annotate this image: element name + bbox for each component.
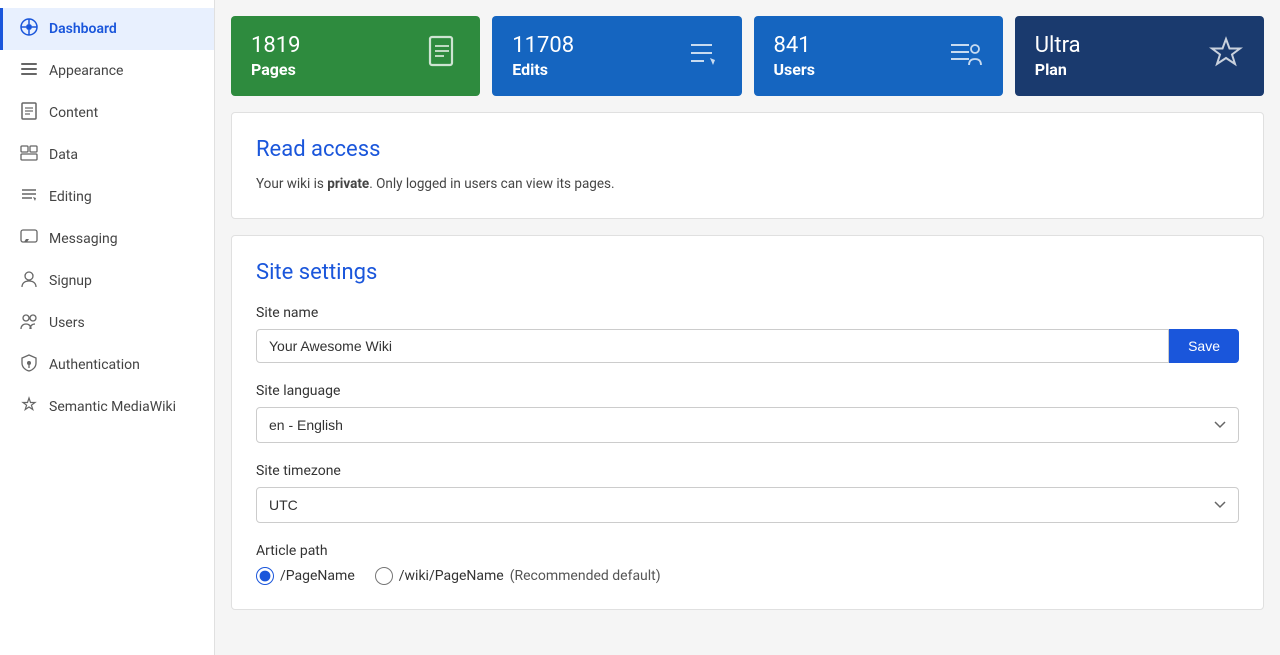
stat-number-plan: Ultra	[1035, 33, 1081, 59]
sidebar-item-dashboard[interactable]: Dashboard	[0, 8, 214, 50]
stat-label-edits: Edits	[512, 60, 574, 79]
stat-label-users: Users	[774, 60, 815, 79]
plan-icon	[1208, 35, 1244, 78]
sidebar-item-label-messaging: Messaging	[49, 231, 118, 247]
sidebar-item-messaging[interactable]: Messaging	[0, 218, 214, 260]
semantic-mediawiki-icon	[19, 396, 39, 418]
article-path-option-pagename[interactable]: /PageName	[256, 567, 355, 585]
stat-number-pages: 1819	[251, 33, 300, 59]
stat-card-plan: Ultra Plan	[1015, 16, 1264, 96]
site-settings-card: Site settings Site name Save Site langua…	[231, 235, 1264, 610]
sidebar-item-signup[interactable]: Signup	[0, 260, 214, 302]
article-path-option-wiki-pagename[interactable]: /wiki/PageName (Recommended default)	[375, 567, 661, 585]
site-name-input[interactable]	[256, 329, 1169, 363]
stat-label-pages: Pages	[251, 60, 300, 79]
editing-icon	[19, 186, 39, 208]
site-timezone-select[interactable]: UTC	[256, 487, 1239, 523]
article-path-label-pagename: /PageName	[280, 568, 355, 584]
read-access-desc-prefix: Your wiki is	[256, 176, 327, 192]
sidebar-item-appearance[interactable]: Appearance	[0, 50, 214, 92]
pages-icon	[424, 35, 460, 78]
appearance-icon	[19, 60, 39, 82]
stats-row: 1819 Pages 11708 Edits	[231, 16, 1264, 96]
site-timezone-label: Site timezone	[256, 463, 1239, 479]
stat-number-edits: 11708	[512, 33, 574, 59]
stat-card-edits: 11708 Edits	[492, 16, 741, 96]
dashboard-icon	[19, 18, 39, 40]
article-path-label: Article path	[256, 543, 1239, 559]
sidebar-item-label-editing: Editing	[49, 189, 92, 205]
sidebar-item-semantic-mediawiki[interactable]: Semantic MediaWiki	[0, 386, 214, 428]
read-access-card: Read access Your wiki is private. Only l…	[231, 112, 1264, 219]
sidebar-item-label-authentication: Authentication	[49, 357, 140, 373]
sidebar-item-users[interactable]: Users	[0, 302, 214, 344]
sidebar-item-authentication[interactable]: Authentication	[0, 344, 214, 386]
edits-icon	[686, 35, 722, 78]
read-access-desc: Your wiki is private. Only logged in use…	[256, 174, 1239, 194]
site-settings-title: Site settings	[256, 260, 1239, 285]
site-language-group: Site language en - English	[256, 383, 1239, 443]
site-name-row: Save	[256, 329, 1239, 363]
site-timezone-group: Site timezone UTC	[256, 463, 1239, 523]
site-name-group: Site name Save	[256, 305, 1239, 363]
content-icon	[19, 102, 39, 124]
stat-card-users: 841 Users	[754, 16, 1003, 96]
article-path-radio-group: /PageName /wiki/PageName (Recommended de…	[256, 567, 1239, 585]
article-path-label-wiki-pagename: /wiki/PageName	[399, 568, 504, 584]
sidebar-item-label-dashboard: Dashboard	[49, 21, 117, 37]
stat-info-plan: Ultra Plan	[1035, 33, 1081, 78]
site-name-label: Site name	[256, 305, 1239, 321]
stat-label-plan: Plan	[1035, 60, 1081, 79]
article-path-group: Article path /PageName /wiki/PageName (R…	[256, 543, 1239, 585]
signup-icon	[19, 270, 39, 292]
stat-info-users: 841 Users	[774, 33, 815, 78]
sidebar-item-label-users: Users	[49, 315, 85, 331]
authentication-icon	[19, 354, 39, 376]
sidebar-item-label-data: Data	[49, 147, 78, 163]
main-content: 1819 Pages 11708 Edits	[215, 0, 1280, 655]
messaging-icon	[19, 228, 39, 250]
save-button[interactable]: Save	[1169, 329, 1239, 363]
users-icon	[19, 312, 39, 334]
sidebar-item-editing[interactable]: Editing	[0, 176, 214, 218]
stat-card-pages: 1819 Pages	[231, 16, 480, 96]
stat-info-pages: 1819 Pages	[251, 33, 300, 78]
article-path-radio-wiki-pagename[interactable]	[375, 567, 393, 585]
data-icon	[19, 144, 39, 166]
users-stat-icon	[947, 35, 983, 78]
read-access-desc-bold: private	[327, 176, 369, 192]
sidebar-item-label-appearance: Appearance	[49, 63, 123, 79]
article-path-radio-pagename[interactable]	[256, 567, 274, 585]
sidebar-item-label-signup: Signup	[49, 273, 92, 289]
read-access-desc-suffix: . Only logged in users can view its page…	[369, 176, 614, 192]
article-path-note: (Recommended default)	[510, 568, 661, 584]
read-access-title: Read access	[256, 137, 1239, 162]
sidebar: Dashboard Appearance Content	[0, 0, 215, 655]
sidebar-item-data[interactable]: Data	[0, 134, 214, 176]
site-language-select[interactable]: en - English	[256, 407, 1239, 443]
sidebar-item-label-semantic-mediawiki: Semantic MediaWiki	[49, 399, 176, 415]
sidebar-item-content[interactable]: Content	[0, 92, 214, 134]
stat-info-edits: 11708 Edits	[512, 33, 574, 78]
stat-number-users: 841	[774, 33, 815, 59]
sidebar-item-label-content: Content	[49, 105, 98, 121]
site-language-label: Site language	[256, 383, 1239, 399]
